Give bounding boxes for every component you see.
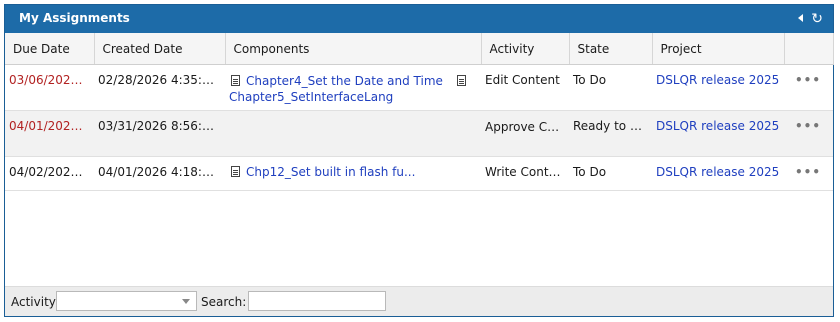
due-date-cell: 04/01/2026 8... (5, 110, 94, 157)
search-input[interactable] (248, 291, 386, 311)
state-cell: Ready to Cl... (569, 110, 652, 157)
more-options-icon[interactable]: ••• (795, 119, 821, 133)
due-date-cell: 04/02/2026 4... (5, 156, 94, 191)
project-cell: DSLQR release 2025 (652, 156, 784, 191)
project-cell: DSLQR release 2025 (652, 64, 784, 111)
column-header-state[interactable]: State (569, 33, 653, 65)
created-date-cell: 02/28/2026 4:35:17 P... (94, 64, 225, 111)
component-link[interactable]: Chapter4_Set the Date and Time (246, 74, 443, 88)
chevron-down-icon[interactable] (182, 299, 190, 304)
activity-cell: Edit Content (481, 64, 569, 111)
refresh-icon[interactable]: ↻ (811, 10, 823, 28)
document-icon (231, 75, 240, 86)
collapse-left-icon[interactable] (798, 14, 803, 22)
project-cell: DSLQR release 2025 (652, 110, 784, 157)
panel-title: My Assignments (19, 11, 130, 25)
table-header-row: Due Date Created Date Components Activit… (5, 33, 834, 65)
components-cell: Chp12_Set built in flash fu... (225, 156, 481, 191)
table-row[interactable]: 04/01/2026 8... 03/31/2026 8:56:41 P... … (5, 110, 833, 157)
filter-bar: Activity: Search: (5, 286, 833, 316)
activity-cell: Write Content (481, 156, 569, 191)
my-assignments-panel: My Assignments ↻ Due Date Created Date C… (4, 4, 834, 317)
document-icon (456, 75, 466, 86)
column-header-activity[interactable]: Activity (481, 33, 570, 65)
actions-cell: ••• (784, 64, 833, 111)
activity-filter-select[interactable] (56, 291, 197, 311)
project-link[interactable]: DSLQR release 2025 (656, 73, 779, 87)
project-link[interactable]: DSLQR release 2025 (656, 165, 779, 179)
column-header-actions (784, 33, 834, 65)
state-cell: To Do (569, 64, 652, 111)
created-date-cell: 03/31/2026 8:56:41 P... (94, 110, 225, 157)
state-cell: To Do (569, 156, 652, 191)
more-options-icon[interactable]: ••• (795, 73, 821, 87)
project-link[interactable]: DSLQR release 2025 (656, 119, 779, 133)
component-link[interactable]: Chapter5_SetInterfaceLang (229, 90, 393, 104)
column-header-due-date[interactable]: Due Date (5, 33, 95, 65)
actions-cell: ••• (784, 110, 833, 157)
activity-filter-label: Activity: (11, 295, 60, 309)
component-link[interactable]: Chp12_Set built in flash fu... (246, 165, 415, 179)
table-row[interactable]: 04/02/2026 4... 04/01/2026 4:18:33 P... … (5, 156, 833, 191)
column-header-project[interactable]: Project (652, 33, 785, 65)
table-row[interactable]: 03/06/2026 1... 02/28/2026 4:35:17 P... … (5, 64, 833, 111)
due-date-cell: 03/06/2026 1... (5, 64, 94, 111)
document-icon (231, 166, 240, 177)
created-date-cell: 04/01/2026 4:18:33 P... (94, 156, 225, 191)
activity-cell: Approve Content (481, 110, 569, 157)
column-header-components[interactable]: Components (225, 33, 482, 65)
search-label: Search: (201, 295, 247, 309)
column-header-created-date[interactable]: Created Date (94, 33, 226, 65)
components-cell: Chapter4_Set the Date and Time Chapter5_… (225, 64, 481, 111)
components-cell (225, 110, 481, 157)
more-options-icon[interactable]: ••• (795, 165, 821, 179)
actions-cell: ••• (784, 156, 833, 191)
panel-header: My Assignments ↻ (5, 5, 833, 33)
assignments-table: Due Date Created Date Components Activit… (5, 33, 834, 191)
